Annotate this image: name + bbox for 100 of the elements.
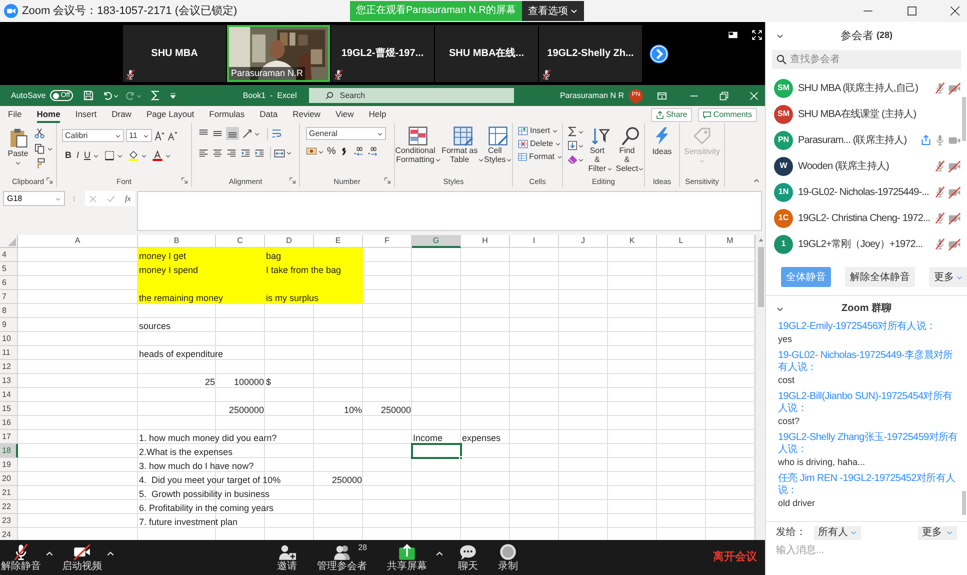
ribbon-button[interactable]: Sort & Filter	[587, 126, 613, 173]
bold-button[interactable]: B	[65, 149, 72, 162]
table-cell[interactable]: 250000	[314, 472, 363, 486]
caret-icon[interactable]	[318, 148, 324, 154]
caret-icon[interactable]	[377, 130, 383, 136]
scrollbar[interactable]	[962, 97, 966, 141]
dialog-launcher-icon[interactable]	[289, 177, 296, 184]
table-cell[interactable]: 2.What is the expenses	[138, 444, 265, 458]
fill-color-icon[interactable]	[128, 150, 139, 162]
participant-name[interactable]: 19GL2+常刚（Joey）+1972...	[798, 236, 923, 252]
caret-icon[interactable]	[578, 128, 584, 134]
formula-input[interactable]	[136, 191, 762, 231]
copy-icon[interactable]	[34, 143, 45, 154]
align-left-icon[interactable]	[198, 148, 209, 158]
row-header[interactable]: 15	[0, 402, 18, 416]
table-cell[interactable]: I take from the bag	[265, 262, 363, 276]
underline-button[interactable]: U	[84, 149, 91, 162]
insert-function-button[interactable]: fx	[125, 192, 131, 204]
dialog-launcher-icon[interactable]	[46, 177, 53, 184]
ideas-button[interactable]: Ideas	[652, 126, 672, 158]
caret-icon[interactable]	[254, 130, 260, 136]
table-cell[interactable]: is my surplus	[265, 290, 363, 304]
column-header[interactable]: J	[559, 235, 608, 248]
row-header[interactable]: 14	[0, 388, 18, 402]
ribbon-button[interactable]: Format as Table	[442, 126, 484, 164]
percent-style-button[interactable]: %	[327, 146, 336, 156]
next-arrow-icon[interactable]	[649, 44, 669, 64]
align-center-icon[interactable]	[212, 148, 223, 158]
leave-meeting-button[interactable]: 离开会议	[713, 549, 757, 566]
caret-icon[interactable]	[92, 152, 99, 159]
table-cell[interactable]: 10%	[314, 402, 363, 416]
ribbon-tab[interactable]: Draw	[112, 108, 132, 123]
ribbon-tab[interactable]: Formulas	[209, 108, 245, 123]
table-cell[interactable]: 100000	[216, 374, 265, 388]
participant-name[interactable]: Wooden (联席主持人)	[798, 158, 889, 174]
caret-icon[interactable]	[555, 141, 562, 147]
row-header[interactable]: 20	[0, 472, 18, 486]
participant-name[interactable]: SHU MBA在线课堂 (主持人)	[798, 106, 916, 122]
column-header[interactable]: K	[608, 235, 657, 248]
caret-icon[interactable]	[435, 157, 442, 163]
more-button[interactable]: 更多	[918, 526, 957, 540]
table-cell[interactable]: 5. Growth possibility in business	[138, 486, 314, 500]
toolbar-button[interactable]: 启动视频	[62, 543, 102, 572]
share-button[interactable]: Share	[650, 108, 692, 122]
comments-button[interactable]: Comments	[698, 108, 757, 122]
row-header[interactable]: 8	[0, 304, 18, 318]
caret-icon[interactable]	[164, 152, 171, 159]
ribbon-tab[interactable]: Help	[368, 108, 386, 123]
caret-icon[interactable]	[570, 7, 578, 15]
search-input[interactable]: Search	[340, 90, 460, 102]
wrap-text-icon[interactable]	[271, 128, 282, 139]
ribbon-tab[interactable]: View	[335, 108, 354, 123]
table-cell[interactable]: the remaining money	[138, 290, 265, 304]
row-header[interactable]: 4	[0, 248, 18, 262]
dialog-launcher-icon[interactable]	[181, 177, 188, 184]
ribbon-button[interactable]: Delete	[518, 139, 562, 149]
caret-icon[interactable]	[45, 549, 54, 558]
dialog-launcher-icon[interactable]	[384, 177, 391, 184]
search-icon[interactable]	[324, 91, 334, 100]
row-header[interactable]: 6	[0, 276, 18, 290]
row-header[interactable]: 9	[0, 318, 18, 332]
column-header[interactable]: G	[412, 235, 461, 248]
autosum-icon[interactable]	[150, 90, 161, 101]
table-cell[interactable]: bag	[265, 248, 363, 262]
caret-icon[interactable]	[15, 160, 21, 166]
font-size-field[interactable]: 11	[126, 129, 152, 142]
toolbar-button[interactable]: 管理参会者 28	[317, 543, 367, 572]
fill-icon[interactable]	[567, 140, 578, 151]
layout-icon[interactable]	[728, 30, 738, 40]
participant-name[interactable]: SHU MBA (联席主持人,自己)	[798, 80, 918, 96]
caret-icon[interactable]	[578, 156, 584, 162]
caret-icon[interactable]	[776, 304, 784, 312]
increase-font-size-icon[interactable]	[154, 130, 165, 141]
caret-icon[interactable]	[776, 32, 784, 40]
column-header[interactable]: L	[657, 235, 706, 248]
ribbon-tab[interactable]: Home	[36, 108, 60, 123]
caret-icon[interactable]	[143, 132, 149, 138]
ribbon-button[interactable]: Find & Select	[616, 126, 644, 173]
toolbar-button[interactable]: 聊天	[458, 543, 478, 572]
caret-icon[interactable]	[115, 132, 121, 138]
table-cell[interactable]: sources	[138, 318, 216, 332]
ribbon-button[interactable]: Cell Styles	[484, 126, 512, 164]
search-icon[interactable]	[776, 54, 787, 65]
participant-name[interactable]: 19GL2- Christina Cheng- 1972...	[798, 210, 930, 226]
participant-name[interactable]: Parasuram... (联席主持人)	[798, 132, 907, 148]
toolbar-button[interactable]: 共享屏幕	[387, 543, 427, 572]
decrease-decimal-icon[interactable]	[366, 146, 378, 157]
redo-icon[interactable]	[124, 90, 136, 101]
row-header[interactable]: 22	[0, 500, 18, 514]
caret-icon[interactable]	[638, 166, 644, 172]
row-header[interactable]: 23	[0, 514, 18, 528]
customize-toolbar-icon[interactable]	[168, 92, 177, 100]
table-cell[interactable]: heads of expenditure	[138, 346, 265, 360]
ribbon-tab[interactable]: Review	[292, 108, 320, 123]
row-header[interactable]: 12	[0, 360, 18, 374]
table-cell[interactable]: money I get	[138, 248, 265, 262]
scrollbar[interactable]	[755, 235, 765, 540]
number-format-field[interactable]: General	[306, 127, 386, 140]
row-header[interactable]: 16	[0, 416, 18, 430]
table-cell[interactable]: money I spend	[138, 262, 265, 276]
